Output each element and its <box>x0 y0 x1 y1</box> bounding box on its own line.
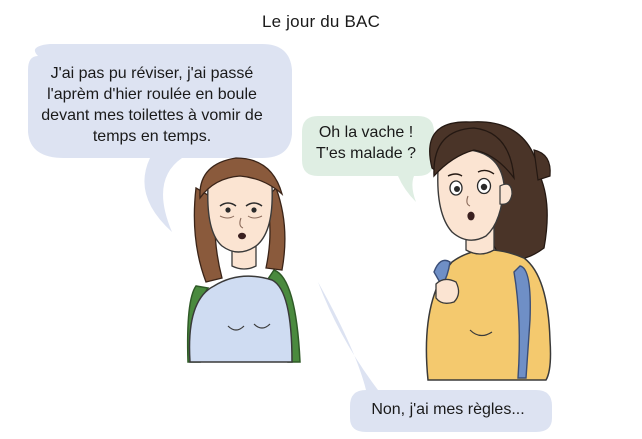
left-girl <box>186 157 301 363</box>
comic-panel: Le jour du BAC J'ai pas pu réviser, j'ai… <box>0 0 642 439</box>
speech-text-left-girl: J'ai pas pu réviser, j'ai passé l'aprèm … <box>41 65 263 145</box>
speech-text-right-girl: Oh la vache ! T'es malade ? <box>316 124 416 162</box>
comic-title: Le jour du BAC <box>261 12 381 31</box>
speech-text-reply: Non, j'ai mes règles... <box>371 401 525 418</box>
right-girl <box>425 121 552 381</box>
